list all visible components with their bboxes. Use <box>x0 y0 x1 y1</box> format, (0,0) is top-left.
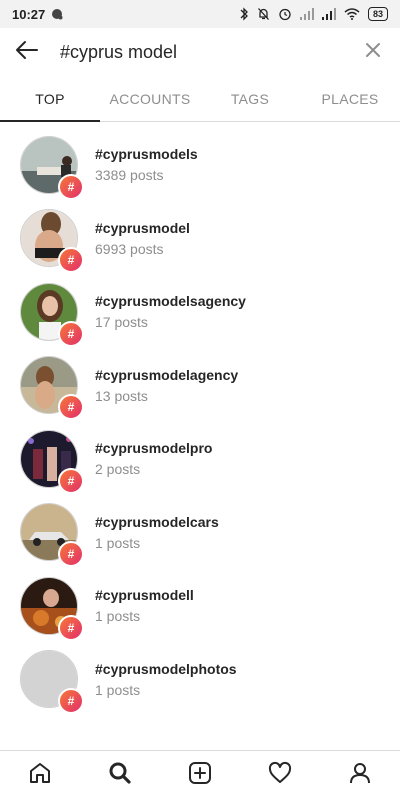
hashtag-name: #cyprusmodelphotos <box>95 660 237 677</box>
list-item[interactable]: # #cyprusmodelcars 1 posts <box>0 496 400 570</box>
list-item[interactable]: # #cyprusmodels 3389 posts <box>0 128 400 202</box>
avatar-container: # <box>20 429 84 494</box>
bottom-nav <box>0 750 400 800</box>
hashtag-badge-icon: # <box>58 467 84 494</box>
search-tabs: TOP ACCOUNTS TAGS PLACES <box>0 76 400 122</box>
list-item[interactable]: # #cyprusmodelagency 13 posts <box>0 349 400 423</box>
tab-places[interactable]: PLACES <box>300 76 400 121</box>
nav-add-button[interactable] <box>160 751 240 800</box>
clear-search-button[interactable] <box>358 37 388 67</box>
search-input[interactable]: #cyprus model <box>60 42 358 63</box>
post-count: 3389 posts <box>95 167 164 184</box>
hashtag-badge-icon: # <box>58 394 84 421</box>
arrow-left-icon <box>15 40 39 65</box>
add-post-icon <box>188 761 212 790</box>
post-count: 1 posts <box>95 534 141 551</box>
back-button[interactable] <box>12 37 42 67</box>
wifi-icon <box>344 8 360 20</box>
hashtag-name: #cyprusmodelsagency <box>95 293 246 310</box>
avatar-container: # <box>20 650 84 715</box>
hashtag-badge-icon: # <box>58 173 84 200</box>
post-count: 1 posts <box>95 681 141 698</box>
signal-icon <box>321 8 336 20</box>
bluetooth-icon <box>239 7 249 21</box>
post-count: 6993 posts <box>95 240 164 257</box>
nav-home-button[interactable] <box>0 751 80 800</box>
alarm-icon <box>278 7 292 21</box>
search-icon <box>108 761 132 790</box>
chat-bubble-icon <box>51 8 63 20</box>
avatar-container: # <box>20 135 84 200</box>
profile-icon <box>348 761 372 790</box>
nav-profile-button[interactable] <box>320 751 400 800</box>
hashtag-badge-icon: # <box>58 688 84 715</box>
hashtag-name: #cyprusmodelcars <box>95 513 219 530</box>
avatar-container: # <box>20 503 84 568</box>
signal-icon <box>299 8 314 20</box>
nav-activity-button[interactable] <box>240 751 320 800</box>
post-count: 13 posts <box>95 387 148 404</box>
hashtag-badge-icon: # <box>58 614 84 641</box>
tab-top[interactable]: TOP <box>0 76 100 122</box>
results-list: # #cyprusmodels 3389 posts # #cyprusmode… <box>0 122 400 716</box>
avatar-container: # <box>20 282 84 347</box>
home-icon <box>28 761 52 790</box>
avatar-container: # <box>20 576 84 641</box>
list-item[interactable]: # #cyprusmodelsagency 17 posts <box>0 275 400 349</box>
hashtag-badge-icon: # <box>58 320 84 347</box>
status-time: 10:27 <box>12 6 46 22</box>
hashtag-name: #cyprusmodelagency <box>95 366 239 383</box>
post-count: 2 posts <box>95 461 141 478</box>
post-count: 1 posts <box>95 608 141 625</box>
post-count: 17 posts <box>95 314 148 331</box>
list-item[interactable]: # #cyprusmodel 6993 posts <box>0 202 400 276</box>
hashtag-name: #cyprusmodell <box>95 587 194 604</box>
hashtag-name: #cyprusmodels <box>95 146 198 163</box>
nav-search-button[interactable] <box>80 751 160 800</box>
list-item[interactable]: # #cyprusmodelphotos 1 posts <box>0 643 400 717</box>
activity-heart-icon <box>268 761 292 790</box>
hashtag-badge-icon: # <box>58 541 84 568</box>
battery-icon: 83 <box>367 7 388 21</box>
hashtag-name: #cyprusmodel <box>95 219 190 236</box>
status-bar: 10:27 83 <box>0 0 400 28</box>
avatar-container: # <box>20 356 84 421</box>
list-item[interactable]: # #cyprusmodell 1 posts <box>0 569 400 643</box>
avatar-container: # <box>20 209 84 274</box>
list-item[interactable]: # #cyprusmodelpro 2 posts <box>0 422 400 496</box>
search-header: #cyprus model <box>0 28 400 76</box>
tab-tags[interactable]: TAGS <box>200 76 300 121</box>
mute-bell-icon <box>257 7 270 21</box>
close-icon <box>365 42 381 63</box>
hashtag-name: #cyprusmodelpro <box>95 440 213 457</box>
hashtag-badge-icon: # <box>58 247 84 274</box>
tab-accounts[interactable]: ACCOUNTS <box>100 76 200 121</box>
